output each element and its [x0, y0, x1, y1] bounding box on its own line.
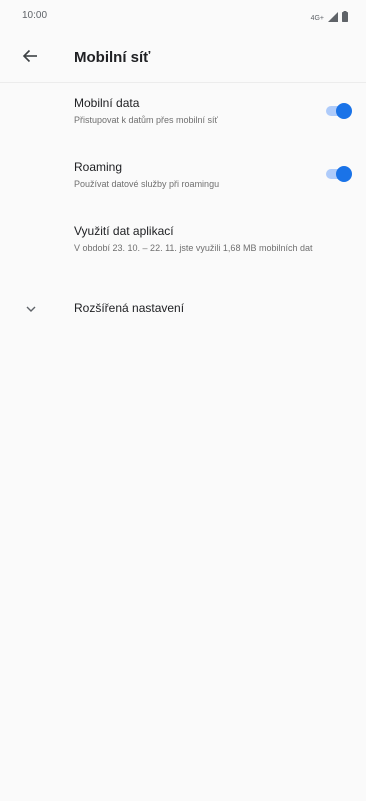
- roaming-toggle[interactable]: [326, 166, 352, 182]
- page-title: Mobilní síť: [74, 49, 151, 66]
- setting-app-data-usage[interactable]: Využití dat aplikací V období 23. 10. – …: [0, 218, 366, 274]
- status-icons: 4G+: [311, 9, 348, 27]
- setting-roaming[interactable]: Roaming Používat datové služby při roami…: [0, 154, 366, 202]
- advanced-settings-row[interactable]: Rozšířená nastavení: [0, 296, 366, 322]
- back-button[interactable]: [18, 46, 42, 70]
- status-bar: 10:00 4G+: [0, 0, 366, 34]
- arrow-back-icon: [22, 48, 38, 69]
- network-type: 4G+: [310, 14, 324, 22]
- advanced-settings-label: Rozšířená nastavení: [74, 301, 185, 315]
- setting-mobile-data[interactable]: Mobilní data Přistupovat k datům přes mo…: [0, 90, 366, 138]
- mobile-data-title: Mobilní data: [74, 96, 140, 110]
- app-data-usage-title: Využití dat aplikací: [74, 224, 174, 238]
- mobile-data-summary: Přistupovat k datům přes mobilní síť: [74, 115, 218, 125]
- status-time: 10:00: [22, 10, 48, 21]
- signal-icon: [328, 9, 338, 27]
- app-bar: Mobilní síť: [0, 34, 366, 83]
- battery-icon: [342, 9, 348, 27]
- roaming-title: Roaming: [74, 160, 123, 174]
- app-data-usage-summary: V období 23. 10. – 22. 11. jste využili …: [74, 243, 313, 253]
- roaming-summary: Používat datové služby při roamingu: [74, 179, 220, 189]
- toggle-thumb: [336, 166, 352, 182]
- screen: 10:00 4G+ Mobilní síť Mobilní data Přist…: [0, 0, 366, 801]
- nav-bar: [0, 769, 366, 801]
- chevron-down-icon: [24, 302, 38, 316]
- mobile-data-toggle[interactable]: [326, 103, 352, 119]
- toggle-thumb: [336, 103, 352, 119]
